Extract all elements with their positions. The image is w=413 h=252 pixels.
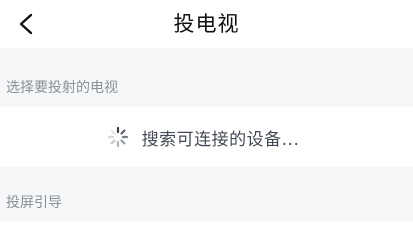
device-search-row: 搜索可连接的设备... <box>0 107 413 167</box>
page-title: 投电视 <box>173 12 240 36</box>
cast-guide-content <box>0 222 413 252</box>
cast-to-tv-screen: 投电视 选择要投射的电视 搜索可连接的设备... 投屏引导 <box>0 0 413 252</box>
searching-devices-text: 搜索可连接的设备... <box>141 129 300 150</box>
loading-spinner-icon <box>107 126 128 148</box>
top-bar: 投电视 <box>0 0 413 48</box>
section-label-select-tv: 选择要投射的电视 <box>6 80 118 96</box>
section-label-cast-guide[interactable]: 投屏引导 <box>6 192 62 212</box>
